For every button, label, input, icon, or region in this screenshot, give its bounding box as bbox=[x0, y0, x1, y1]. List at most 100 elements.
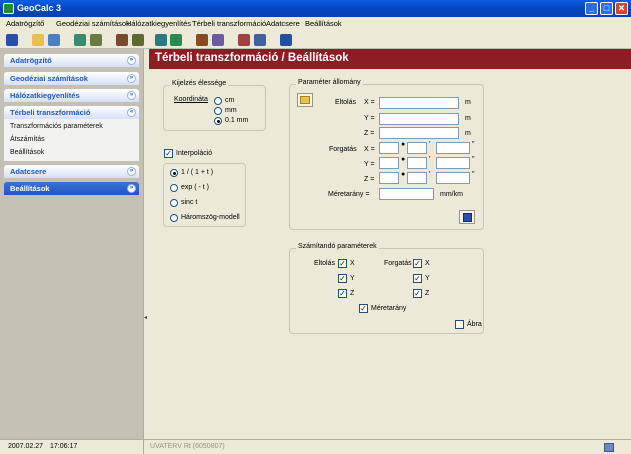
chevron-up-icon[interactable]: « bbox=[127, 108, 136, 117]
menu-beallitasok[interactable]: Beállítások bbox=[305, 19, 342, 28]
eltolas-y-input[interactable] bbox=[379, 113, 459, 125]
sidebar-item-transzformacios-parameterek[interactable]: Transzformációs paraméterek bbox=[10, 123, 103, 130]
menu-adatcsere[interactable]: Adatcsere bbox=[266, 19, 300, 28]
radio-interp-1-label: 1 / ( 1 + t ) bbox=[181, 169, 214, 176]
chevron-down-icon[interactable]: » bbox=[127, 56, 136, 65]
radio-cm[interactable] bbox=[214, 97, 222, 105]
sidebar-header-label: Adatrögzítő bbox=[10, 56, 52, 65]
interpolation-checkbox[interactable]: ✓ bbox=[164, 149, 173, 158]
minimize-button[interactable]: _ bbox=[585, 2, 598, 15]
minute-symbol: ′ bbox=[429, 141, 431, 148]
computed-meretarany-label: Méretarány bbox=[371, 305, 407, 312]
sidebar-header-halozat[interactable]: Hálózatkiegyenlítés » bbox=[4, 89, 139, 102]
computed-eltolas-y-checkbox[interactable]: ✓ bbox=[338, 274, 347, 283]
status-date: 2007.02.27 bbox=[8, 443, 44, 450]
image-icon[interactable] bbox=[212, 34, 224, 46]
survey-icon[interactable] bbox=[132, 34, 144, 46]
xyz-icon[interactable] bbox=[238, 34, 250, 46]
open-folder-icon[interactable] bbox=[32, 34, 44, 46]
sidebar-header-adatcsere[interactable]: Adatcsere » bbox=[4, 165, 139, 178]
menu-terbeli[interactable]: Térbeli transzformáció bbox=[192, 19, 266, 28]
globe-icon[interactable] bbox=[74, 34, 86, 46]
chevron-down-icon[interactable]: » bbox=[127, 167, 136, 176]
chevron-down-icon[interactable]: » bbox=[127, 91, 136, 100]
computed-eltolas-label: Eltolás bbox=[314, 260, 336, 267]
open-folder-button[interactable] bbox=[297, 93, 313, 107]
radio-interp-1[interactable] bbox=[170, 169, 178, 177]
save-as-icon[interactable] bbox=[48, 34, 60, 46]
network-icon[interactable] bbox=[116, 34, 128, 46]
close-button[interactable]: ✕ bbox=[615, 2, 628, 15]
sidebar-header-label: Térbeli transzformáció bbox=[10, 108, 91, 117]
forgatas-y-sec-input[interactable] bbox=[436, 157, 470, 169]
forgatas-x-sec-input[interactable] bbox=[436, 142, 470, 154]
eltolas-label: Eltolás bbox=[335, 99, 357, 106]
computed-eltolas-x-checkbox[interactable]: ✓ bbox=[338, 259, 347, 268]
computed-forgatas-z-label: Z bbox=[425, 290, 430, 297]
meretarany-input[interactable] bbox=[379, 188, 434, 200]
menu-bar: Adatrögzítő Geodéziai számítások Hálózat… bbox=[0, 17, 631, 31]
menu-halozat[interactable]: Hálózatkiegyenlítés bbox=[126, 19, 191, 28]
forgatas-z-deg-input[interactable] bbox=[379, 172, 399, 184]
computed-forgatas-x-checkbox[interactable]: ✓ bbox=[413, 259, 422, 268]
splitter-arrow-icon[interactable]: ◂ bbox=[144, 314, 147, 321]
forgatas-z-sec-input[interactable] bbox=[436, 172, 470, 184]
computed-forgatas-y-checkbox[interactable]: ✓ bbox=[413, 274, 422, 283]
sidebar-terbeli-body: Transzformációs paraméterek Átszámítás B… bbox=[4, 119, 139, 161]
eltolas-x-input[interactable] bbox=[379, 97, 459, 109]
radio-interp-exp[interactable] bbox=[170, 184, 178, 192]
computed-eltolas-z-label: Z bbox=[350, 290, 355, 297]
status-bar: 2007.02.27 17:06:17 UVATERV Rt (6050807) bbox=[0, 439, 631, 454]
save-icon[interactable] bbox=[6, 34, 18, 46]
sidebar-header-label: Hálózatkiegyenlítés bbox=[10, 91, 80, 100]
help-book-icon[interactable] bbox=[280, 34, 292, 46]
radio-interp-triangle[interactable] bbox=[170, 214, 178, 222]
radio-interp-sinc-label: sinc t bbox=[181, 199, 198, 206]
sidebar-header-beallitasok[interactable]: Beállítások » bbox=[4, 182, 139, 195]
forgatas-x-min-input[interactable] bbox=[407, 142, 427, 154]
sidebar-header-geodeziai[interactable]: Geodéziai számítások » bbox=[4, 72, 139, 85]
computed-forgatas-label: Forgatás bbox=[384, 260, 412, 267]
forgatas-y-deg-input[interactable] bbox=[379, 157, 399, 169]
menu-geodeziai[interactable]: Geodéziai számítások bbox=[56, 19, 130, 28]
status-time: 17:06:17 bbox=[50, 443, 78, 450]
minute-symbol: ′ bbox=[429, 171, 431, 178]
save-parameters-button[interactable] bbox=[459, 210, 475, 224]
radio-0-1mm[interactable] bbox=[214, 117, 222, 125]
degree-symbol: ● bbox=[401, 156, 406, 163]
computed-forgatas-z-checkbox[interactable]: ✓ bbox=[413, 289, 422, 298]
maximize-button[interactable]: □ bbox=[600, 2, 613, 15]
computed-eltolas-z-checkbox[interactable]: ✓ bbox=[338, 289, 347, 298]
radio-mm-label: mm bbox=[225, 107, 237, 114]
sidebar-header-adatrogzito[interactable]: Adatrögzítő » bbox=[4, 54, 139, 67]
grid-icon[interactable] bbox=[90, 34, 102, 46]
forgatas-y-min-input[interactable] bbox=[407, 157, 427, 169]
computed-forgatas-x-label: X bbox=[425, 260, 430, 267]
sidebar-item-beallitasok[interactable]: Beállítások bbox=[10, 149, 44, 156]
transform-icon[interactable] bbox=[155, 34, 167, 46]
chart-icon[interactable] bbox=[196, 34, 208, 46]
radio-interp-sinc[interactable] bbox=[170, 199, 178, 207]
list-icon[interactable] bbox=[254, 34, 266, 46]
eltolas-z-input[interactable] bbox=[379, 127, 459, 139]
meretarany-unit: mm/km bbox=[440, 191, 463, 198]
table-icon[interactable] bbox=[170, 34, 182, 46]
forgatas-z-min-input[interactable] bbox=[407, 172, 427, 184]
menu-adatrogzito[interactable]: Adatrögzítő bbox=[6, 19, 44, 28]
radio-mm[interactable] bbox=[214, 107, 222, 115]
abra-checkbox[interactable] bbox=[455, 320, 464, 329]
window-title: GeoCalc 3 bbox=[17, 3, 62, 13]
degree-symbol: ● bbox=[401, 171, 406, 178]
radio-0-1mm-label: 0.1 mm bbox=[225, 117, 249, 124]
exit-icon[interactable] bbox=[604, 443, 614, 452]
chevron-down-icon[interactable]: » bbox=[127, 184, 136, 193]
sidebar: Adatrögzítő » Geodéziai számítások » Hál… bbox=[0, 49, 143, 439]
sidebar-header-terbeli[interactable]: Térbeli transzformáció « bbox=[4, 106, 139, 119]
forgatas-x-deg-input[interactable] bbox=[379, 142, 399, 154]
minute-symbol: ′ bbox=[429, 156, 431, 163]
sidebar-header-label: Geodéziai számítások bbox=[10, 74, 88, 83]
forgatas-y-label: Y = bbox=[364, 161, 375, 168]
computed-meretarany-checkbox[interactable]: ✓ bbox=[359, 304, 368, 313]
sidebar-item-atszamitas[interactable]: Átszámítás bbox=[10, 136, 45, 143]
chevron-down-icon[interactable]: » bbox=[127, 74, 136, 83]
